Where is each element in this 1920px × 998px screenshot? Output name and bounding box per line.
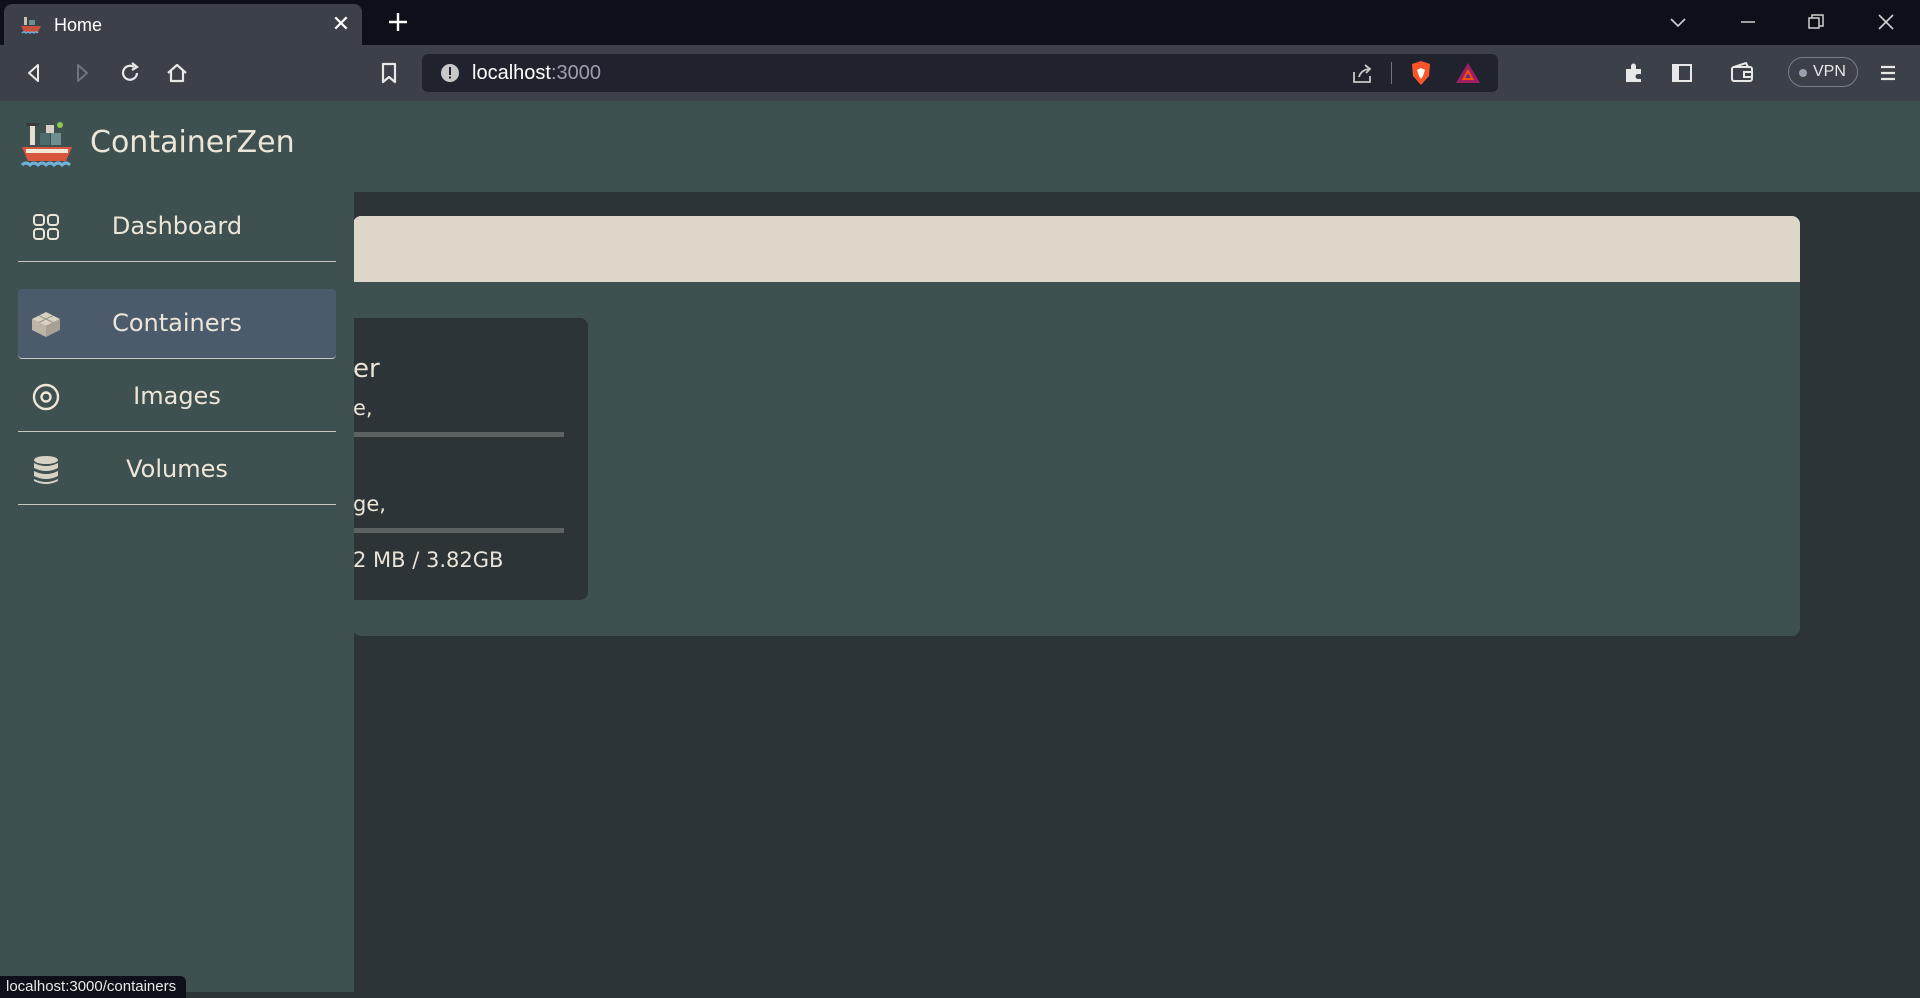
main-panel: er e, ge, 2 MB / 3.82GB <box>353 216 1800 636</box>
sidebar-item-label: Images <box>133 382 221 410</box>
wallet-icon[interactable] <box>1728 59 1756 87</box>
sidebar-item-containers[interactable]: Containers <box>18 289 336 359</box>
memory-usage-value: 2 MB / 3.82GB <box>353 548 504 572</box>
forward-icon[interactable] <box>68 59 96 87</box>
vpn-label: VPN <box>1813 63 1846 80</box>
sidebar-item-images[interactable]: Images <box>18 362 336 432</box>
main-header-bar <box>353 216 1800 282</box>
url-text: localhost:3000 <box>472 62 601 85</box>
brave-shields-icon[interactable] <box>1408 60 1434 86</box>
ship-favicon-icon <box>21 17 41 35</box>
card-cpu-label: e, <box>353 396 373 420</box>
reload-icon[interactable] <box>116 59 144 87</box>
close-tab-icon[interactable]: ✕ <box>330 14 352 36</box>
app-header: ContainerZen <box>0 101 1920 192</box>
browser-toolbar: localhost:3000 VPN <box>0 45 1920 101</box>
site-info-icon[interactable] <box>440 63 460 83</box>
menu-icon[interactable] <box>1874 59 1902 87</box>
container-card[interactable]: er e, ge, 2 MB / 3.82GB <box>353 318 588 600</box>
url-port: :3000 <box>550 62 601 84</box>
bookmark-icon[interactable] <box>375 59 403 87</box>
sidebar: Dashboard Containers Images Volumes <box>0 192 354 992</box>
close-window-icon[interactable] <box>1874 10 1898 34</box>
extensions-icon[interactable] <box>1620 59 1648 87</box>
memory-usage-bar <box>353 528 564 533</box>
sidebar-toggle-icon[interactable] <box>1668 59 1696 87</box>
sidebar-item-label: Dashboard <box>111 212 243 240</box>
tab-title: Home <box>54 15 103 35</box>
address-bar[interactable]: localhost:3000 <box>422 54 1498 92</box>
browser-tab-bar: Home ✕ <box>0 0 1920 45</box>
address-bar-divider <box>1391 62 1392 84</box>
home-icon[interactable] <box>163 59 191 87</box>
sidebar-item-volumes[interactable]: Volumes <box>18 435 336 505</box>
vpn-button[interactable]: VPN <box>1788 57 1858 87</box>
cpu-usage-bar <box>353 432 564 437</box>
sidebar-item-label: Containers <box>112 309 242 337</box>
url-host: localhost <box>472 62 551 84</box>
app-title: ContainerZen <box>90 125 295 160</box>
card-title: er <box>353 354 380 384</box>
minimize-icon[interactable] <box>1736 10 1760 34</box>
ship-logo-icon <box>20 122 72 168</box>
restore-icon[interactable] <box>1804 10 1828 34</box>
back-icon[interactable] <box>20 59 48 87</box>
new-tab-icon[interactable] <box>386 10 410 34</box>
tab-list-chevron-icon[interactable] <box>1666 10 1690 34</box>
browser-tab[interactable]: Home ✕ <box>4 4 362 45</box>
share-icon[interactable] <box>1350 62 1374 86</box>
vpn-status-dot-icon <box>1799 69 1807 77</box>
sidebar-item-label: Volumes <box>126 455 228 483</box>
brave-rewards-icon[interactable] <box>1454 61 1482 85</box>
status-bar-link: localhost:3000/containers <box>0 976 187 998</box>
card-memory-label: ge, <box>353 492 386 516</box>
sidebar-item-dashboard[interactable]: Dashboard <box>18 192 336 262</box>
